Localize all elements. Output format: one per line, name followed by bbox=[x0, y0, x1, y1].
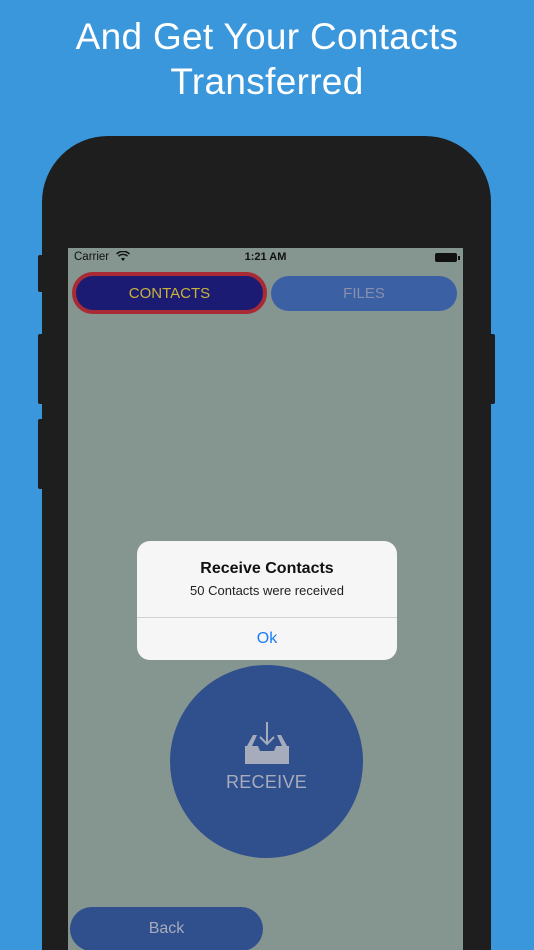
receive-label: RECEIVE bbox=[225, 772, 308, 792]
status-bar: Carrier 1:21 AM bbox=[68, 248, 463, 268]
receive-button[interactable]: RECEIVE bbox=[170, 665, 363, 858]
alert-title: Receive Contacts bbox=[200, 560, 334, 577]
alert-ok-button[interactable]: Ok bbox=[137, 618, 397, 660]
tab-files[interactable]: FILES bbox=[271, 276, 457, 311]
headline-line-2: Transferred bbox=[170, 61, 364, 102]
status-time: 1:21 AM bbox=[244, 251, 287, 263]
inbox-download-icon bbox=[244, 722, 289, 764]
alert-message: 50 Contacts were received bbox=[190, 583, 344, 598]
back-button[interactable]: Back bbox=[70, 907, 263, 950]
marketing-headline: And Get Your Contacts Transferred bbox=[0, 14, 534, 104]
receive-contacts-alert: Receive Contacts 50 Contacts were receiv… bbox=[137, 541, 397, 660]
tab-contacts[interactable]: CONTACTS bbox=[72, 272, 267, 314]
headline-line-1: And Get Your Contacts bbox=[75, 16, 459, 57]
battery-icon bbox=[435, 253, 460, 262]
